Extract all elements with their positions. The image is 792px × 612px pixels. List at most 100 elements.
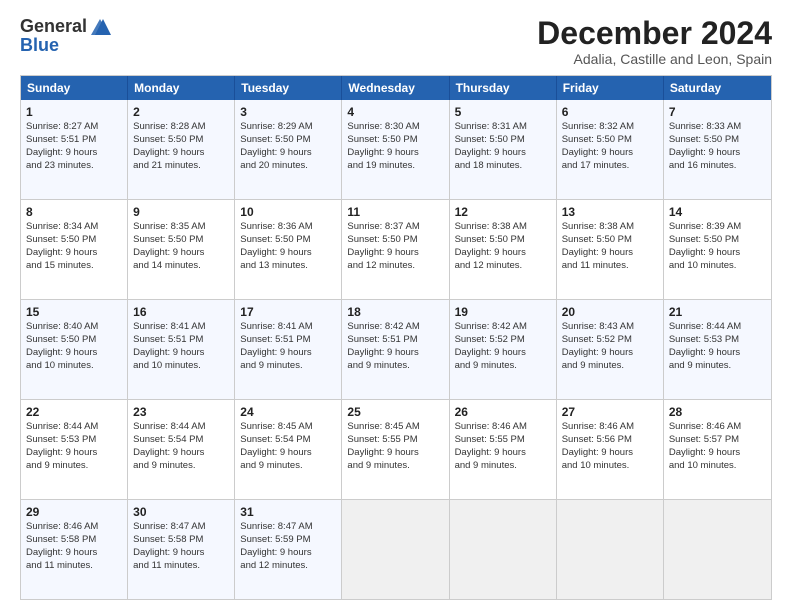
logo: General Blue	[20, 16, 111, 56]
day-info-line: Sunrise: 8:41 AM	[240, 321, 336, 334]
day-info-line: Sunrise: 8:32 AM	[562, 121, 658, 134]
calendar-body: 1Sunrise: 8:27 AMSunset: 5:51 PMDaylight…	[21, 100, 771, 599]
day-number: 2	[133, 104, 229, 120]
day-info-line: Sunrise: 8:38 AM	[562, 221, 658, 234]
calendar-cell: 16Sunrise: 8:41 AMSunset: 5:51 PMDayligh…	[128, 300, 235, 399]
day-number: 26	[455, 404, 551, 420]
day-info-line: Daylight: 9 hours	[455, 347, 551, 360]
day-info-line: and 11 minutes.	[26, 560, 122, 573]
header-day-sunday: Sunday	[21, 76, 128, 100]
day-info-line: Sunset: 5:50 PM	[133, 234, 229, 247]
calendar-cell: 2Sunrise: 8:28 AMSunset: 5:50 PMDaylight…	[128, 100, 235, 199]
day-info-line: and 12 minutes.	[347, 260, 443, 273]
day-info-line: Sunset: 5:55 PM	[455, 434, 551, 447]
day-info-line: Sunset: 5:52 PM	[562, 334, 658, 347]
day-info-line: and 21 minutes.	[133, 160, 229, 173]
header-day-saturday: Saturday	[664, 76, 771, 100]
calendar-cell: 3Sunrise: 8:29 AMSunset: 5:50 PMDaylight…	[235, 100, 342, 199]
calendar-cell: 25Sunrise: 8:45 AMSunset: 5:55 PMDayligh…	[342, 400, 449, 499]
day-info-line: Sunset: 5:50 PM	[240, 134, 336, 147]
day-info-line: and 16 minutes.	[669, 160, 766, 173]
day-number: 24	[240, 404, 336, 420]
day-info-line: and 14 minutes.	[133, 260, 229, 273]
day-info-line: Daylight: 9 hours	[455, 447, 551, 460]
calendar-cell: 29Sunrise: 8:46 AMSunset: 5:58 PMDayligh…	[21, 500, 128, 599]
day-number: 9	[133, 204, 229, 220]
calendar-cell: 18Sunrise: 8:42 AMSunset: 5:51 PMDayligh…	[342, 300, 449, 399]
day-info-line: and 10 minutes.	[133, 360, 229, 373]
day-info-line: and 9 minutes.	[562, 360, 658, 373]
day-number: 25	[347, 404, 443, 420]
calendar-cell: 7Sunrise: 8:33 AMSunset: 5:50 PMDaylight…	[664, 100, 771, 199]
location-subtitle: Adalia, Castille and Leon, Spain	[537, 51, 772, 67]
day-info-line: Sunrise: 8:41 AM	[133, 321, 229, 334]
day-info-line: Sunset: 5:54 PM	[133, 434, 229, 447]
day-info-line: Daylight: 9 hours	[26, 147, 122, 160]
day-info-line: Daylight: 9 hours	[240, 247, 336, 260]
calendar-cell: 24Sunrise: 8:45 AMSunset: 5:54 PMDayligh…	[235, 400, 342, 499]
day-info-line: Sunrise: 8:28 AM	[133, 121, 229, 134]
calendar-cell: 26Sunrise: 8:46 AMSunset: 5:55 PMDayligh…	[450, 400, 557, 499]
calendar-cell: 13Sunrise: 8:38 AMSunset: 5:50 PMDayligh…	[557, 200, 664, 299]
day-info-line: and 10 minutes.	[562, 460, 658, 473]
day-number: 17	[240, 304, 336, 320]
calendar-cell: 1Sunrise: 8:27 AMSunset: 5:51 PMDaylight…	[21, 100, 128, 199]
day-info-line: and 9 minutes.	[240, 460, 336, 473]
day-info-line: Daylight: 9 hours	[347, 247, 443, 260]
calendar-cell: 11Sunrise: 8:37 AMSunset: 5:50 PMDayligh…	[342, 200, 449, 299]
day-info-line: and 11 minutes.	[133, 560, 229, 573]
day-info-line: Sunset: 5:50 PM	[669, 234, 766, 247]
header-day-monday: Monday	[128, 76, 235, 100]
day-info-line: Sunset: 5:50 PM	[240, 234, 336, 247]
day-info-line: and 9 minutes.	[347, 360, 443, 373]
day-info-line: Sunrise: 8:46 AM	[26, 521, 122, 534]
logo-general-text: General	[20, 16, 87, 37]
day-info-line: Daylight: 9 hours	[26, 347, 122, 360]
day-info-line: and 19 minutes.	[347, 160, 443, 173]
calendar-week-4: 22Sunrise: 8:44 AMSunset: 5:53 PMDayligh…	[21, 399, 771, 499]
calendar-cell: 19Sunrise: 8:42 AMSunset: 5:52 PMDayligh…	[450, 300, 557, 399]
day-info-line: Daylight: 9 hours	[133, 247, 229, 260]
day-info-line: Sunrise: 8:44 AM	[133, 421, 229, 434]
day-number: 5	[455, 104, 551, 120]
day-info-line: Sunset: 5:50 PM	[133, 134, 229, 147]
day-info-line: Sunset: 5:50 PM	[562, 234, 658, 247]
calendar-cell: 23Sunrise: 8:44 AMSunset: 5:54 PMDayligh…	[128, 400, 235, 499]
day-info-line: Sunrise: 8:40 AM	[26, 321, 122, 334]
day-info-line: Daylight: 9 hours	[455, 147, 551, 160]
day-number: 27	[562, 404, 658, 420]
day-info-line: Sunset: 5:58 PM	[26, 534, 122, 547]
day-number: 8	[26, 204, 122, 220]
title-block: December 2024 Adalia, Castille and Leon,…	[537, 16, 772, 67]
calendar-cell: 28Sunrise: 8:46 AMSunset: 5:57 PMDayligh…	[664, 400, 771, 499]
day-number: 10	[240, 204, 336, 220]
day-info-line: and 9 minutes.	[26, 460, 122, 473]
day-info-line: and 9 minutes.	[240, 360, 336, 373]
day-info-line: Sunrise: 8:31 AM	[455, 121, 551, 134]
day-number: 23	[133, 404, 229, 420]
day-info-line: Daylight: 9 hours	[562, 447, 658, 460]
day-number: 11	[347, 204, 443, 220]
calendar-cell: 4Sunrise: 8:30 AMSunset: 5:50 PMDaylight…	[342, 100, 449, 199]
day-number: 4	[347, 104, 443, 120]
day-number: 1	[26, 104, 122, 120]
day-info-line: Sunrise: 8:34 AM	[26, 221, 122, 234]
day-info-line: Daylight: 9 hours	[455, 247, 551, 260]
day-info-line: and 11 minutes.	[562, 260, 658, 273]
day-number: 13	[562, 204, 658, 220]
day-number: 31	[240, 504, 336, 520]
calendar-cell: 10Sunrise: 8:36 AMSunset: 5:50 PMDayligh…	[235, 200, 342, 299]
day-info-line: Sunrise: 8:46 AM	[562, 421, 658, 434]
day-info-line: Daylight: 9 hours	[347, 347, 443, 360]
calendar-cell: 17Sunrise: 8:41 AMSunset: 5:51 PMDayligh…	[235, 300, 342, 399]
day-info-line: Daylight: 9 hours	[240, 547, 336, 560]
day-info-line: Sunrise: 8:36 AM	[240, 221, 336, 234]
day-info-line: and 17 minutes.	[562, 160, 658, 173]
calendar-week-2: 8Sunrise: 8:34 AMSunset: 5:50 PMDaylight…	[21, 199, 771, 299]
day-number: 22	[26, 404, 122, 420]
day-info-line: Sunrise: 8:29 AM	[240, 121, 336, 134]
day-info-line: Daylight: 9 hours	[669, 247, 766, 260]
calendar-cell: 8Sunrise: 8:34 AMSunset: 5:50 PMDaylight…	[21, 200, 128, 299]
day-info-line: Daylight: 9 hours	[133, 547, 229, 560]
day-info-line: Sunrise: 8:42 AM	[347, 321, 443, 334]
